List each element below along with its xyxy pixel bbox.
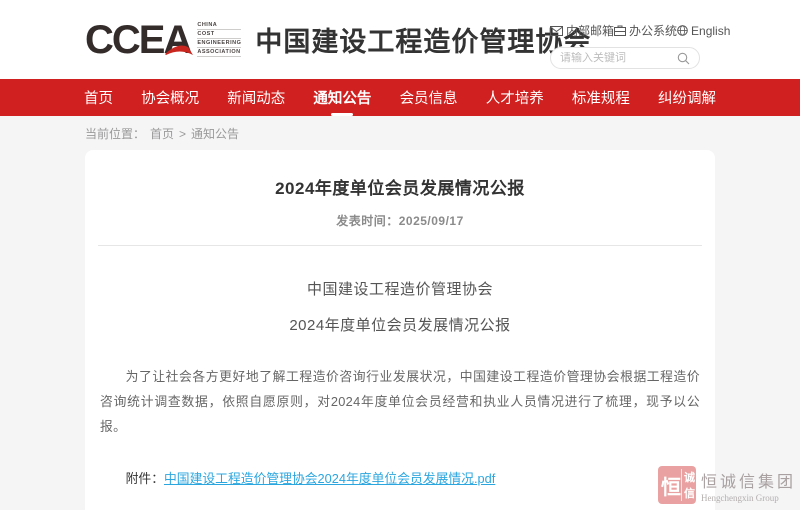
hengchengxin-watermark: 恒 诚 信 恒诚信集团 Hengchengxin Group: [658, 466, 796, 504]
main-nav: 首页 协会概况 新闻动态 通知公告 会员信息 人才培养 标准规程 纠纷调解: [0, 79, 800, 116]
seal-right-column: 诚 信: [684, 469, 695, 501]
nav-item-standards[interactable]: 标准规程: [566, 83, 636, 112]
breadcrumb-home-link[interactable]: 首页: [150, 125, 174, 142]
search-input[interactable]: [560, 52, 677, 64]
quick-link-label: English: [691, 24, 730, 38]
english-link[interactable]: English: [677, 24, 730, 38]
doc-paragraph: 为了让社会各方更好地了解工程造价咨询行业发展状况，中国建设工程造价管理协会根据工…: [100, 364, 700, 439]
attachment-pdf-link[interactable]: 中国建设工程造价管理协会2024年度单位会员发展情况.pdf: [164, 471, 495, 486]
internal-mail-link[interactable]: 内部邮箱: [550, 22, 614, 39]
briefcase-icon: [614, 25, 626, 36]
nav-item-notices[interactable]: 通知公告: [307, 83, 377, 112]
article-card: 2024年度单位会员发展情况公报 发表时间：2025/09/17 中国建设工程造…: [85, 150, 715, 510]
logo-subtext-line: COST: [197, 31, 241, 39]
ccea-logo-subtext: CHINA COST ENGINEERING ASSOCIATION: [197, 22, 241, 57]
watermark-group-name: 恒诚信集团: [701, 468, 796, 492]
nav-item-talent-training[interactable]: 人才培养: [480, 83, 550, 112]
breadcrumb-prefix: 当前位置：: [85, 125, 145, 142]
ccea-logo[interactable]: CCEA CHINA COST ENGINEERING ASSOCIATION: [85, 20, 241, 60]
seal-char-left: 恒: [661, 469, 682, 501]
logo-subtext-line: ENGINEERING: [197, 40, 241, 48]
seal-char-top-right: 诚: [684, 469, 695, 485]
nav-item-dispute-mediation[interactable]: 纠纷调解: [652, 83, 722, 112]
logo-subtext-line: CHINA: [197, 22, 241, 30]
hengchengxin-seal-icon: 恒 诚 信: [658, 466, 696, 504]
doc-heading-org: 中国建设工程造价管理协会: [85, 278, 715, 299]
nav-item-member-info[interactable]: 会员信息: [394, 83, 464, 112]
main-nav-inner: 首页 协会概况 新闻动态 通知公告 会员信息 人才培养 标准规程 纠纷调解: [78, 79, 722, 116]
globe-icon: [677, 25, 688, 36]
article-meta: 发表时间：2025/09/17: [85, 212, 715, 229]
attachment-row: 附件：中国建设工程造价管理协会2024年度单位会员发展情况.pdf: [100, 468, 700, 487]
doc-heading-subject: 2024年度单位会员发展情况公报: [85, 314, 715, 335]
nav-item-association-overview[interactable]: 协会概况: [135, 83, 205, 112]
publish-time-value: 2025/09/17: [399, 214, 464, 228]
header-right-tools: 内部邮箱 办公系统 English: [550, 22, 700, 69]
logo-subtext-line: ASSOCIATION: [197, 49, 241, 57]
quick-link-label: 内部邮箱: [566, 22, 614, 39]
breadcrumb-current: 通知公告: [191, 125, 239, 142]
search-box[interactable]: [550, 47, 700, 69]
logo-red-swoosh-icon: [164, 44, 194, 56]
nav-item-news[interactable]: 新闻动态: [221, 83, 291, 112]
publish-time-label: 发表时间：: [336, 214, 399, 228]
nav-item-home[interactable]: 首页: [78, 83, 119, 112]
seal-char-bottom-right: 信: [684, 485, 695, 501]
breadcrumb: 当前位置： 首页 > 通知公告: [85, 125, 800, 142]
breadcrumb-separator: >: [179, 127, 186, 141]
watermark-group-name-en: Hengchengxin Group: [701, 493, 796, 503]
mail-icon: [550, 26, 563, 36]
site-title: 中国建设工程造价管理协会: [255, 20, 591, 59]
article-title: 2024年度单位会员发展情况公报: [85, 174, 715, 199]
watermark-text: 恒诚信集团 Hengchengxin Group: [701, 468, 796, 503]
quick-link-label: 办公系统: [629, 22, 677, 39]
office-system-link[interactable]: 办公系统: [614, 22, 677, 39]
ccea-logo-acronym: CCEA: [85, 20, 190, 60]
quick-links: 内部邮箱 办公系统 English: [550, 22, 700, 39]
site-header: CCEA CHINA COST ENGINEERING ASSOCIATION …: [0, 0, 800, 79]
attachment-label: 附件：: [126, 471, 164, 486]
search-icon[interactable]: [677, 52, 690, 65]
title-divider: [98, 245, 702, 246]
